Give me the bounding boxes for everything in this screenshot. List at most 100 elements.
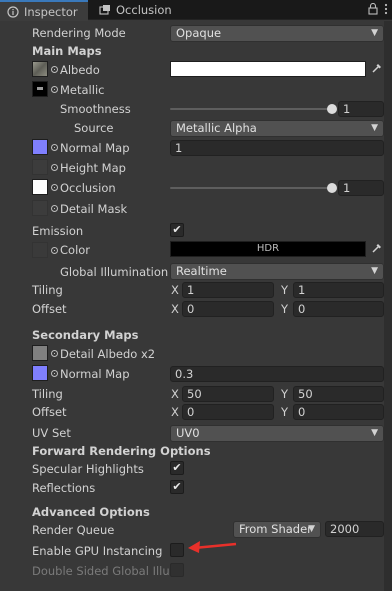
secondary-normal-map-scale-field[interactable]: 0.3 (170, 366, 384, 382)
chevron-down-icon: ▼ (371, 266, 378, 276)
rendering-mode-value: Opaque (176, 26, 222, 40)
occlusion-field[interactable]: 1 (338, 180, 384, 196)
source-value: Metallic Alpha (176, 121, 257, 135)
rendering-mode-dropdown[interactable]: Opaque ▼ (170, 25, 384, 42)
secondary-offset-y-label: Y (281, 405, 289, 419)
height-map-label: Height Map (60, 161, 126, 175)
occlusion-icon (98, 3, 112, 17)
smoothness-slider-track[interactable] (170, 108, 332, 110)
secondary-offset-label: Offset (32, 405, 67, 419)
scrollbar[interactable] (384, 21, 392, 591)
forward-rendering-header: Forward Rendering Options (32, 444, 211, 458)
global-illumination-value: Realtime (176, 264, 227, 278)
advanced-options-header: Advanced Options (32, 505, 150, 519)
secondary-offset-x-label: X (171, 405, 179, 419)
albedo-label: Albedo (60, 63, 100, 77)
detail-albedo-label: Detail Albedo x2 (60, 347, 156, 361)
smoothness-slider-knob[interactable] (327, 104, 337, 114)
render-queue-label: Render Queue (32, 523, 115, 537)
albedo-color-field[interactable] (170, 61, 366, 77)
chevron-down-icon: ▼ (371, 28, 378, 38)
emission-label: Emission (32, 224, 84, 238)
tab-bar: Inspector Occlusion (0, 0, 392, 21)
global-illumination-label: Global Illumination (60, 265, 169, 279)
occlusion-label: Occlusion (60, 181, 116, 195)
object-picker-icon[interactable] (51, 184, 58, 191)
detail-mask-label: Detail Mask (60, 202, 128, 216)
tab-label: Inspector (24, 4, 78, 19)
source-label: Source (74, 121, 114, 135)
metallic-texture-slot[interactable] (32, 81, 48, 97)
occlusion-texture-slot[interactable] (32, 179, 48, 195)
offset-label: Offset (32, 302, 67, 316)
gpu-instancing-label: Enable GPU Instancing (32, 544, 163, 558)
tab-occlusion[interactable]: Occlusion (92, 0, 182, 20)
secondary-offset-x-field[interactable]: 0 (182, 404, 274, 420)
chevron-down-icon: ▼ (371, 123, 378, 133)
object-picker-icon[interactable] (51, 247, 58, 254)
normal-map-texture-slot[interactable] (32, 139, 48, 155)
reflections-checkbox[interactable]: ✔ (170, 480, 184, 494)
tiling-label: Tiling (32, 283, 63, 297)
occlusion-slider-track[interactable] (170, 187, 332, 189)
albedo-texture-slot[interactable] (32, 61, 48, 77)
double-sided-gi-checkbox (170, 563, 184, 577)
height-map-texture-slot[interactable] (32, 159, 48, 175)
emission-color-field[interactable]: HDR (170, 241, 366, 257)
hdr-badge: HDR (256, 243, 280, 254)
specular-highlights-label: Specular Highlights (32, 462, 144, 476)
chevron-down-icon: ▼ (371, 428, 378, 438)
emission-checkbox[interactable]: ✔ (170, 223, 184, 237)
object-picker-icon[interactable] (51, 66, 58, 73)
object-picker-icon[interactable] (51, 164, 58, 171)
tiling-y-field[interactable]: 1 (293, 282, 384, 298)
annotation-arrow-icon (188, 541, 237, 553)
occlusion-slider-knob[interactable] (327, 183, 337, 193)
double-sided-gi-label: Double Sided Global Illum (32, 564, 181, 578)
secondary-maps-header: Secondary Maps (32, 328, 139, 342)
rendering-mode-label: Rendering Mode (32, 26, 126, 40)
render-queue-mode-value: From Shader (239, 522, 312, 536)
offset-y-field[interactable]: 0 (293, 301, 384, 317)
offset-x-label: X (171, 302, 179, 316)
emission-color-label: Color (60, 243, 91, 257)
emission-texture-slot[interactable] (32, 242, 48, 258)
secondary-tiling-x-field[interactable]: 50 (182, 386, 274, 402)
metallic-label: Metallic (60, 83, 105, 97)
secondary-tiling-x-label: X (171, 387, 179, 401)
tab-label: Occlusion (116, 3, 172, 17)
secondary-normal-map-label: Normal Map (60, 367, 130, 381)
specular-highlights-checkbox[interactable]: ✔ (170, 461, 184, 475)
uv-set-value: UV0 (176, 426, 200, 440)
source-dropdown[interactable]: Metallic Alpha ▼ (170, 120, 384, 137)
tab-inspector[interactable]: Inspector (0, 0, 88, 21)
normal-map-scale-field[interactable]: 1 (170, 140, 384, 156)
object-picker-icon[interactable] (51, 144, 58, 151)
chevron-down-icon: ▼ (308, 524, 315, 534)
object-picker-icon[interactable] (51, 370, 58, 377)
secondary-tiling-y-field[interactable]: 50 (293, 386, 384, 402)
smoothness-field[interactable]: 1 (338, 101, 384, 117)
lock-icon[interactable] (368, 2, 378, 18)
detail-mask-texture-slot[interactable] (32, 200, 48, 216)
tab-tools (368, 2, 388, 18)
tiling-x-label: X (171, 283, 179, 297)
secondary-normal-map-texture-slot[interactable] (32, 365, 48, 381)
secondary-offset-y-field[interactable]: 0 (293, 404, 384, 420)
offset-x-field[interactable]: 0 (182, 301, 274, 317)
render-queue-mode-dropdown[interactable]: From Shader ▼ (233, 521, 321, 538)
render-queue-field[interactable]: 2000 (325, 521, 384, 537)
gpu-instancing-checkbox[interactable] (170, 543, 184, 557)
detail-albedo-texture-slot[interactable] (32, 345, 48, 361)
global-illumination-dropdown[interactable]: Realtime ▼ (170, 263, 384, 280)
object-picker-icon[interactable] (51, 86, 58, 93)
object-picker-icon[interactable] (51, 350, 58, 357)
tiling-x-field[interactable]: 1 (182, 282, 274, 298)
menu-icon[interactable] (384, 3, 388, 18)
uv-set-dropdown[interactable]: UV0 ▼ (170, 425, 384, 442)
eyedropper-icon[interactable] (370, 62, 384, 76)
object-picker-icon[interactable] (51, 205, 58, 212)
normal-map-label: Normal Map (60, 141, 130, 155)
eyedropper-icon[interactable] (370, 242, 384, 256)
tiling-y-label: Y (281, 283, 289, 297)
